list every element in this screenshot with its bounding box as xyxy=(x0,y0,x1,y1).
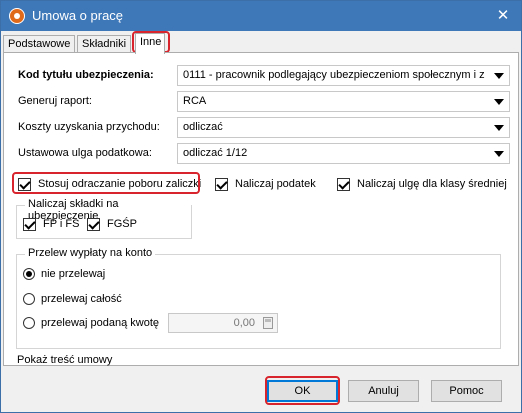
help-button[interactable]: Pomoc xyxy=(431,380,502,402)
tab-podstawowe[interactable]: Podstawowe xyxy=(3,35,76,53)
kwota-input[interactable]: 0,00 xyxy=(168,313,278,333)
radio-unselected-icon xyxy=(23,317,35,329)
checkbox-checked-icon xyxy=(23,218,36,231)
radio-nie-przelewaj[interactable]: nie przelewaj xyxy=(23,267,105,283)
koszty-label: Koszty uzyskania przychodu: xyxy=(18,121,160,133)
skladki-group: Naliczaj składki na ubezpieczenie FP i F… xyxy=(16,198,192,239)
kod-tytulu-value: 0111 - pracownik podlegający ubezpieczen… xyxy=(183,69,488,81)
checkbox-checked-icon xyxy=(87,218,100,231)
naliczaj-podatek-label: Naliczaj podatek xyxy=(235,178,316,190)
ulga-select[interactable]: odliczać 1/12 xyxy=(177,143,510,164)
fgsp-label: FGŚP xyxy=(107,218,137,230)
radio-przelewaj-kwote[interactable]: przelewaj podaną kwotę xyxy=(23,316,159,332)
fgsp-checkbox[interactable]: FGŚP xyxy=(87,217,137,233)
chevron-down-icon xyxy=(494,151,504,157)
ok-button[interactable]: OK xyxy=(267,380,338,402)
fp-fs-label: FP i FS xyxy=(43,218,80,230)
odraczanie-checkbox[interactable]: Stosuj odraczanie poboru zaliczki xyxy=(18,177,201,193)
naliczaj-ulge-label: Naliczaj ulgę dla klasy średniej xyxy=(357,178,507,190)
pokaz-tresc-link[interactable]: Pokaż treść umowy xyxy=(17,354,112,366)
ulga-value: odliczać 1/12 xyxy=(183,147,248,159)
generuj-raport-select[interactable]: RCA xyxy=(177,91,510,112)
generuj-raport-value: RCA xyxy=(183,95,207,107)
naliczaj-ulge-checkbox[interactable]: Naliczaj ulgę dla klasy średniej xyxy=(337,177,507,193)
chevron-down-icon xyxy=(494,99,504,105)
generuj-raport-label: Generuj raport: xyxy=(18,95,92,107)
tab-skladniki[interactable]: Składniki xyxy=(77,35,132,53)
przelew-group-title: Przelew wypłaty na konto xyxy=(25,247,156,259)
tab-bar: Podstawowe Składniki Inne xyxy=(1,33,521,54)
radio-unselected-icon xyxy=(23,293,35,305)
checkbox-checked-icon xyxy=(337,178,350,191)
kod-tytulu-select[interactable]: 0111 - pracownik podlegający ubezpieczen… xyxy=(177,65,510,86)
cancel-button[interactable]: Anuluj xyxy=(348,380,419,402)
chevron-down-icon xyxy=(494,125,504,131)
calculator-icon[interactable] xyxy=(263,317,273,329)
radio-przelewaj-calosc[interactable]: przelewaj całość xyxy=(23,292,122,308)
chevron-down-icon xyxy=(494,73,504,79)
kwota-value: 0,00 xyxy=(233,317,255,329)
kod-tytulu-label: Kod tytułu ubezpieczenia: xyxy=(18,69,154,81)
przelew-group: Przelew wypłaty na konto nie przelewaj p… xyxy=(16,247,501,349)
window-title: Umowa o pracę xyxy=(32,8,124,23)
app-logo-icon xyxy=(9,8,25,24)
radio-przelewaj-kwote-label: przelewaj podaną kwotę xyxy=(41,317,160,329)
naliczaj-podatek-checkbox[interactable]: Naliczaj podatek xyxy=(215,177,316,193)
tab-page-inne: Kod tytułu ubezpieczenia: 0111 - pracown… xyxy=(3,52,519,366)
title-bar[interactable]: Umowa o pracę ✕ xyxy=(1,1,521,31)
radio-przelewaj-calosc-label: przelewaj całość xyxy=(41,293,122,305)
checkbox-checked-icon xyxy=(215,178,228,191)
radio-selected-icon xyxy=(23,268,35,280)
tab-inne[interactable]: Inne xyxy=(135,33,165,54)
close-icon[interactable]: ✕ xyxy=(493,6,513,26)
odraczanie-label: Stosuj odraczanie poboru zaliczki xyxy=(38,178,202,190)
checkbox-checked-icon xyxy=(18,178,31,191)
radio-nie-przelewaj-label: nie przelewaj xyxy=(41,268,106,280)
dialog-window: Umowa o pracę ✕ Podstawowe Składniki Inn… xyxy=(0,0,522,413)
dialog-client-area: Podstawowe Składniki Inne Kod tytułu ube… xyxy=(1,31,521,412)
koszty-select[interactable]: odliczać xyxy=(177,117,510,138)
fp-fs-checkbox[interactable]: FP i FS xyxy=(23,217,79,233)
ulga-label: Ustawowa ulga podatkowa: xyxy=(18,147,152,159)
koszty-value: odliczać xyxy=(183,121,223,133)
